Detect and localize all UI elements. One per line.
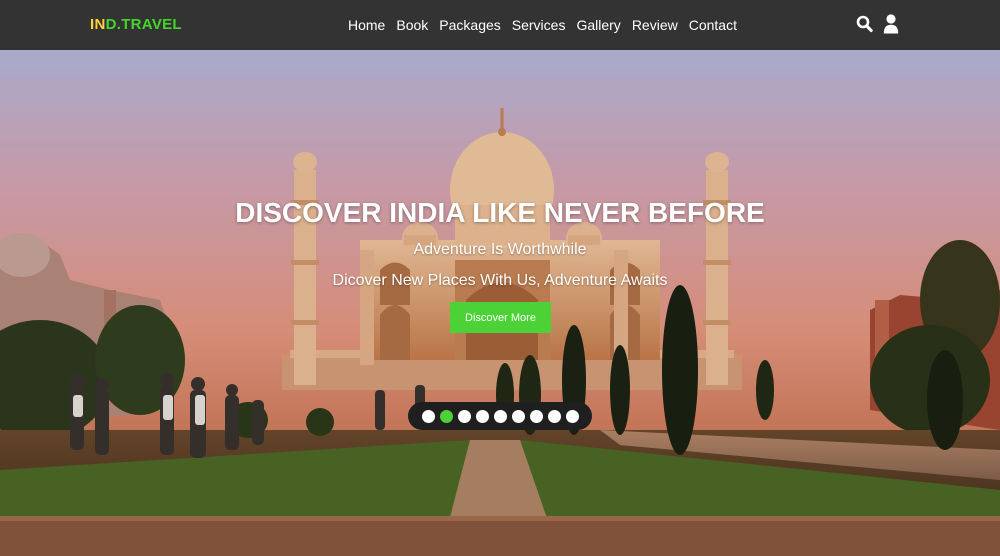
slider-dot[interactable] [421,409,435,423]
slider-dot[interactable] [565,409,579,423]
slider-dot[interactable] [457,409,471,423]
slider-dot[interactable] [529,409,543,423]
nav-link-review[interactable]: Review [632,16,678,34]
hero-tagline: Dicover New Places With Us, Adventure Aw… [332,272,668,289]
search-icon[interactable] [856,15,873,33]
nav-link-book[interactable]: Book [396,16,428,34]
nav-link-contact[interactable]: Contact [689,16,737,34]
slider-dot[interactable] [439,409,453,423]
nav-link-services[interactable]: Services [512,16,566,34]
nav-icon-group [856,14,899,34]
slider-dot[interactable] [475,409,489,423]
nav-link-packages[interactable]: Packages [439,16,500,34]
slider-dot[interactable] [547,409,561,423]
nav-link-gallery[interactable]: Gallery [576,16,620,34]
hero-title: DISCOVER INDIA LIKE NEVER BEFORE [235,197,765,228]
slider-pagination [408,402,592,430]
top-navbar: IND.TRAVEL Home Book Packages Services G… [0,0,1000,50]
nav-link-home[interactable]: Home [348,16,385,34]
hero-section: DISCOVER INDIA LIKE NEVER BEFORE Adventu… [0,50,1000,556]
slider-dot[interactable] [493,409,507,423]
site-logo[interactable]: IND.TRAVEL [90,15,182,35]
discover-more-button[interactable]: Discover More [450,302,551,333]
hero-subtitle: Adventure Is Worthwhile [413,241,587,258]
main-nav: Home Book Packages Services Gallery Revi… [348,16,737,34]
logo-accent-text: IN [90,16,106,33]
slider-dot[interactable] [511,409,525,423]
logo-main-text: D.TRAVEL [105,16,182,33]
user-icon[interactable] [883,14,899,34]
